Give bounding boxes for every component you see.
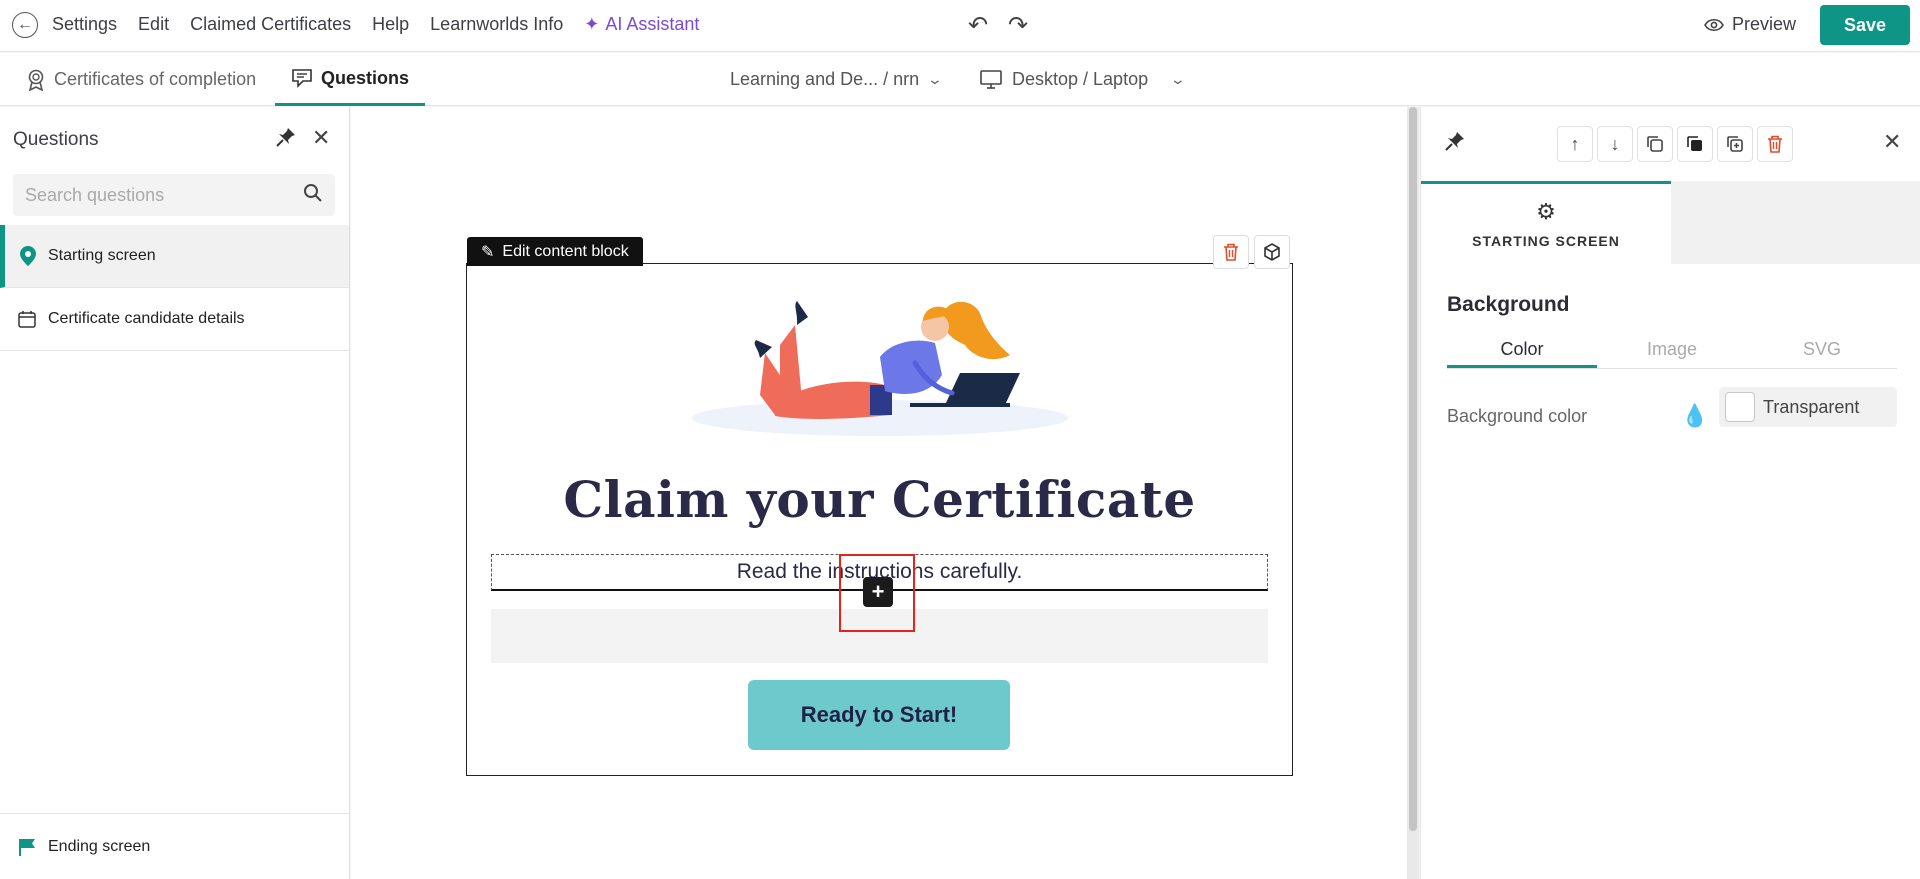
device-selector[interactable]: Desktop / Laptop ⌄ xyxy=(980,53,1187,106)
award-icon xyxy=(28,69,44,91)
panel-title: Questions xyxy=(13,129,99,150)
question-item-starting-screen[interactable]: Starting screen xyxy=(0,225,349,288)
background-color-value: Transparent xyxy=(1763,396,1860,417)
close-icon[interactable]: ✕ xyxy=(1883,129,1901,155)
ending-screen-item[interactable]: Ending screen xyxy=(0,813,349,879)
course-selector[interactable]: Learning and De... / nrn ⌄ xyxy=(730,53,944,106)
duplicate-icon[interactable] xyxy=(1677,126,1713,162)
tab-questions[interactable]: Questions xyxy=(275,53,426,106)
top-menu: Settings Edit Claimed Certificates Help … xyxy=(52,14,720,35)
questions-icon xyxy=(292,69,312,88)
undo-icon[interactable]: ↶ xyxy=(968,11,988,40)
menu-help[interactable]: Help xyxy=(372,14,409,35)
search-icon[interactable] xyxy=(303,183,323,209)
copy-icon[interactable] xyxy=(1637,126,1673,162)
trash-icon xyxy=(1224,243,1238,261)
back-icon[interactable]: ← xyxy=(12,12,38,38)
properties-panel: ↑ ↓ ✕ ⚙ STARTING SCREEN Background Color… xyxy=(1420,107,1920,879)
question-item-candidate-details[interactable]: Certificate candidate details xyxy=(0,288,349,351)
device-selector-label: Desktop / Laptop xyxy=(1012,69,1149,89)
tab-starting-screen[interactable]: ⚙ STARTING SCREEN xyxy=(1421,181,1671,264)
menu-claimed-certificates[interactable]: Claimed Certificates xyxy=(190,14,351,35)
menu-edit[interactable]: Edit xyxy=(138,14,169,35)
secondary-bar: Certificates of completion Questions Lea… xyxy=(0,53,1920,106)
pin-icon[interactable] xyxy=(276,127,296,153)
calendar-icon xyxy=(18,311,36,328)
chevron-down-icon: ⌄ xyxy=(926,71,944,87)
questions-panel: Questions ✕ Starting screen Certificate … xyxy=(0,107,350,879)
course-selector-label: Learning and De... / nrn xyxy=(730,69,920,89)
ai-assistant-button[interactable]: ✦ AI Assistant xyxy=(584,14,699,35)
canvas-scrollbar-thumb[interactable] xyxy=(1409,107,1417,831)
close-icon[interactable]: ✕ xyxy=(312,125,330,151)
chevron-down-icon: ⌄ xyxy=(1169,71,1187,87)
tab-certificates[interactable]: Certificates of completion xyxy=(26,53,256,106)
ai-assistant-label: AI Assistant xyxy=(605,14,700,34)
redo-icon[interactable]: ↷ xyxy=(1008,11,1028,40)
subtab-svg[interactable]: SVG xyxy=(1747,329,1897,368)
highlight-box xyxy=(839,554,915,632)
question-item-label: Starting screen xyxy=(48,247,156,264)
tab-questions-label: Questions xyxy=(321,67,410,88)
location-pin-icon xyxy=(20,246,36,266)
arrow-up-icon[interactable]: ↑ xyxy=(1557,126,1593,162)
save-button[interactable]: Save xyxy=(1820,5,1910,45)
top-bar: ← Settings Edit Claimed Certificates Hel… xyxy=(0,0,1920,52)
background-tabs: Color Image SVG xyxy=(1447,329,1897,369)
flag-icon xyxy=(19,838,35,856)
subtab-color[interactable]: Color xyxy=(1447,329,1597,368)
tab-starting-screen-label: STARTING SCREEN xyxy=(1472,233,1620,249)
search-field xyxy=(13,174,335,216)
ending-screen-label: Ending screen xyxy=(48,837,151,855)
background-color-label: Background color xyxy=(1447,406,1588,426)
background-color-picker[interactable]: Transparent xyxy=(1719,387,1897,427)
color-swatch xyxy=(1725,392,1755,422)
pin-icon[interactable] xyxy=(1445,131,1465,157)
save-block-button[interactable] xyxy=(1254,235,1290,269)
page-headline[interactable]: Claim your Certificate xyxy=(466,470,1293,529)
block-toolbar: ↑ ↓ xyxy=(1557,126,1793,162)
arrow-down-icon[interactable]: ↓ xyxy=(1597,126,1633,162)
monitor-icon xyxy=(980,69,1002,89)
cube-icon xyxy=(1264,243,1280,261)
start-button[interactable]: Ready to Start! xyxy=(748,680,1010,750)
subtab-image[interactable]: Image xyxy=(1597,329,1747,368)
trash-icon[interactable] xyxy=(1757,126,1793,162)
droplet-icon[interactable]: 💧 xyxy=(1681,397,1708,435)
section-title: Background xyxy=(1447,293,1570,316)
preview-label: Preview xyxy=(1732,14,1797,34)
menu-learnworlds-info[interactable]: Learnworlds Info xyxy=(430,14,563,35)
reading-woman-illustration xyxy=(692,301,1068,436)
edit-content-block-label: Edit content block xyxy=(502,242,629,260)
tab-certificates-label: Certificates of completion xyxy=(54,69,257,89)
sparkle-icon: ✦ xyxy=(584,14,600,34)
gear-icon: ⚙ xyxy=(1536,199,1556,224)
eye-icon xyxy=(1704,18,1724,31)
add-copy-icon[interactable] xyxy=(1717,126,1753,162)
menu-settings[interactable]: Settings xyxy=(52,14,117,35)
preview-button[interactable]: Preview xyxy=(1704,14,1796,35)
search-input[interactable] xyxy=(13,174,283,216)
delete-block-button[interactable] xyxy=(1213,235,1249,269)
pencil-icon: ✎ xyxy=(481,243,495,261)
question-item-label: Certificate candidate details xyxy=(48,310,245,327)
edit-content-block-button[interactable]: ✎ Edit content block xyxy=(467,237,643,266)
